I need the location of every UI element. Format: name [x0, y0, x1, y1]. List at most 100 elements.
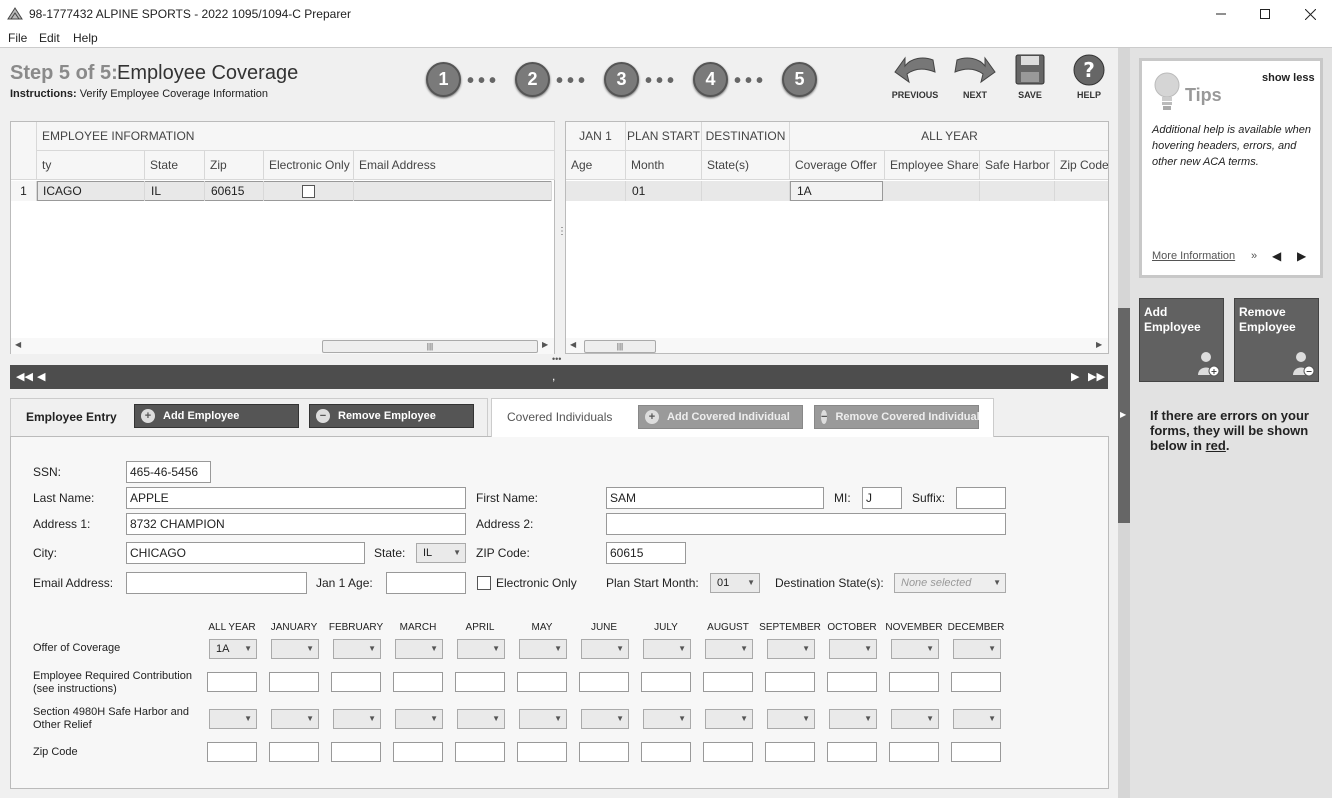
- safe-harbor-select[interactable]: ▼: [705, 709, 753, 729]
- safe-harbor-select[interactable]: ▼: [767, 709, 815, 729]
- cell-state[interactable]: IL: [145, 181, 205, 201]
- contribution-input[interactable]: [331, 672, 381, 692]
- cell-employee-share[interactable]: [885, 181, 980, 201]
- col-month[interactable]: Month: [626, 151, 702, 180]
- last-record-icon[interactable]: ▶▶: [1088, 370, 1105, 383]
- offer-select[interactable]: ▼: [519, 639, 567, 659]
- offer-select[interactable]: ▼: [705, 639, 753, 659]
- menu-help[interactable]: Help: [73, 31, 98, 45]
- offer-select[interactable]: 1A ▼: [209, 639, 257, 659]
- mi-input[interactable]: J: [862, 487, 902, 509]
- safe-harbor-select[interactable]: ▼: [271, 709, 319, 729]
- menu-file[interactable]: File: [8, 31, 27, 45]
- month-zip-input[interactable]: [889, 742, 939, 762]
- save-button[interactable]: SAVE: [1002, 54, 1058, 100]
- safe-harbor-select[interactable]: ▼: [519, 709, 567, 729]
- group-header-all-year[interactable]: ALL YEAR: [790, 122, 1108, 151]
- step-5[interactable]: 5: [782, 62, 817, 97]
- first-name-input[interactable]: SAM: [606, 487, 824, 509]
- table-row[interactable]: 1 ICAGO IL 60615: [11, 181, 554, 201]
- show-less-link[interactable]: show less: [1262, 72, 1315, 84]
- offer-select[interactable]: ▼: [333, 639, 381, 659]
- contribution-input[interactable]: [951, 672, 1001, 692]
- destination-select[interactable]: None selected ▼: [894, 573, 1006, 593]
- add-employee-button[interactable]: + Add Employee: [134, 404, 299, 428]
- previous-record-icon[interactable]: ◀: [37, 370, 45, 383]
- scroll-right-icon[interactable]: ▶: [542, 340, 548, 349]
- tips-next-icon[interactable]: ▶: [1297, 249, 1306, 263]
- scroll-left-icon[interactable]: ◀: [570, 340, 576, 349]
- col-zip-code[interactable]: Zip Code: [1055, 151, 1108, 180]
- address1-input[interactable]: 8732 CHAMPION: [126, 513, 466, 535]
- remove-covered-individual-button[interactable]: − Remove Covered Individual: [814, 405, 980, 429]
- cell-safe-harbor[interactable]: [980, 181, 1055, 201]
- col-age[interactable]: Age: [566, 151, 626, 180]
- left-grid-hscroll[interactable]: ◀ ||| ▶: [11, 338, 554, 354]
- expand-arrow-icon[interactable]: ▶: [1120, 410, 1126, 419]
- col-coverage-offer[interactable]: Coverage Offer: [790, 151, 885, 180]
- month-zip-input[interactable]: [641, 742, 691, 762]
- help-button[interactable]: ? HELP: [1061, 54, 1117, 100]
- safe-harbor-select[interactable]: ▼: [333, 709, 381, 729]
- remove-employee-button[interactable]: − Remove Employee: [309, 404, 474, 428]
- cell-zip[interactable]: 60615: [205, 181, 264, 201]
- zip-input[interactable]: 60615: [606, 542, 686, 564]
- cell-email[interactable]: [354, 181, 552, 201]
- col-zip[interactable]: Zip: [205, 151, 264, 180]
- scroll-thumb[interactable]: |||: [584, 340, 656, 353]
- group-header-destination[interactable]: DESTINATION: [702, 122, 790, 151]
- electronic-only-checkbox[interactable]: [302, 184, 315, 198]
- right-grid-hscroll[interactable]: ◀ ||| ▶: [566, 338, 1108, 353]
- errors-red-link[interactable]: red: [1206, 438, 1226, 453]
- state-select[interactable]: IL ▼: [416, 543, 466, 563]
- contribution-input[interactable]: [641, 672, 691, 692]
- scroll-thumb[interactable]: |||: [322, 340, 538, 353]
- contribution-input[interactable]: [455, 672, 505, 692]
- safe-harbor-select[interactable]: ▼: [581, 709, 629, 729]
- group-header-jan1[interactable]: JAN 1: [566, 122, 626, 151]
- cell-coverage-offer[interactable]: 1A: [790, 181, 883, 201]
- more-information-link[interactable]: More Information: [1152, 250, 1235, 262]
- plan-start-select[interactable]: 01 ▼: [710, 573, 760, 593]
- month-zip-input[interactable]: [207, 742, 257, 762]
- contribution-input[interactable]: [703, 672, 753, 692]
- col-email[interactable]: Email Address: [354, 151, 555, 180]
- step-3[interactable]: 3: [604, 62, 639, 97]
- scroll-left-icon[interactable]: ◀: [15, 340, 21, 349]
- contribution-input[interactable]: [517, 672, 567, 692]
- electronic-only-checkbox[interactable]: [477, 576, 491, 590]
- offer-select[interactable]: ▼: [395, 639, 443, 659]
- safe-harbor-select[interactable]: ▼: [209, 709, 257, 729]
- next-record-icon[interactable]: ▶: [1071, 370, 1079, 383]
- cell-month[interactable]: 01: [626, 181, 702, 201]
- age-input[interactable]: [386, 572, 466, 594]
- month-zip-input[interactable]: [393, 742, 443, 762]
- splitter-dots-icon[interactable]: •••: [552, 354, 561, 364]
- first-record-icon[interactable]: ◀◀: [16, 370, 33, 383]
- maximize-button[interactable]: [1242, 0, 1288, 28]
- close-button[interactable]: [1287, 0, 1332, 28]
- cell-states[interactable]: [702, 181, 790, 201]
- scroll-right-icon[interactable]: ▶: [1096, 340, 1102, 349]
- month-zip-input[interactable]: [951, 742, 1001, 762]
- side-add-employee-button[interactable]: Add Employee +: [1139, 298, 1224, 382]
- cell-zip-code[interactable]: [1055, 181, 1108, 201]
- next-button[interactable]: NEXT: [947, 54, 1003, 100]
- city-input[interactable]: CHICAGO: [126, 542, 365, 564]
- contribution-input[interactable]: [765, 672, 815, 692]
- safe-harbor-select[interactable]: ▼: [953, 709, 1001, 729]
- step-2[interactable]: 2: [515, 62, 550, 97]
- safe-harbor-select[interactable]: ▼: [829, 709, 877, 729]
- month-zip-input[interactable]: [827, 742, 877, 762]
- offer-select[interactable]: ▼: [457, 639, 505, 659]
- suffix-input[interactable]: [956, 487, 1006, 509]
- cell-city[interactable]: ICAGO: [37, 181, 145, 201]
- offer-select[interactable]: ▼: [271, 639, 319, 659]
- contribution-input[interactable]: [269, 672, 319, 692]
- email-input[interactable]: [126, 572, 307, 594]
- group-header-employee-info[interactable]: EMPLOYEE INFORMATION: [37, 122, 555, 151]
- side-remove-employee-button[interactable]: Remove Employee −: [1234, 298, 1319, 382]
- safe-harbor-select[interactable]: ▼: [457, 709, 505, 729]
- contribution-input[interactable]: [579, 672, 629, 692]
- contribution-input[interactable]: [827, 672, 877, 692]
